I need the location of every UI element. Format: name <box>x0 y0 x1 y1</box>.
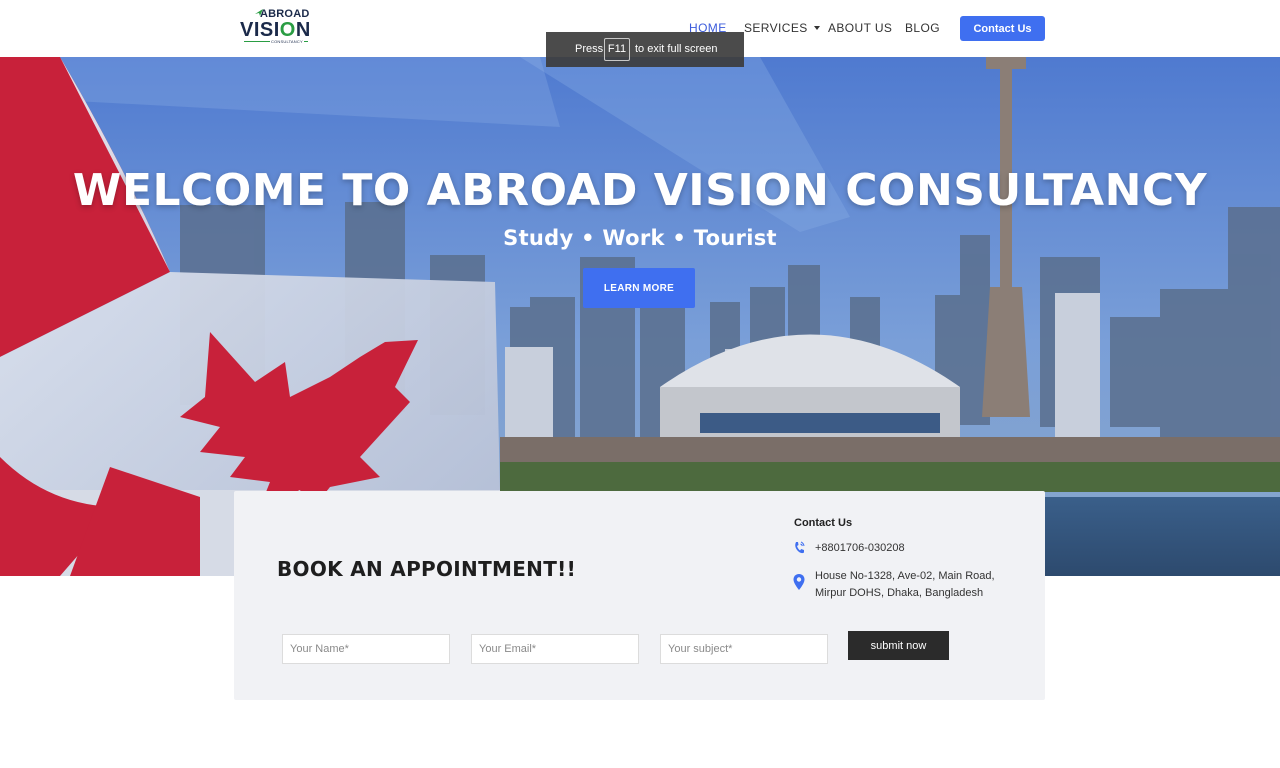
toast-text-after: to exit full screen <box>635 43 718 55</box>
logo-subtext: CONSULTANCY <box>270 39 304 44</box>
hero-subtitle: Study • Work • Tourist <box>503 226 777 250</box>
contact-phone: +8801706-030208 <box>815 542 905 554</box>
fullscreen-exit-toast: Press F11 to exit full screen <box>546 32 744 67</box>
site-logo[interactable]: ABROAD VISION CONSULTANCY <box>240 8 312 46</box>
phone-icon <box>795 541 805 554</box>
submit-button[interactable]: submit now <box>848 631 949 660</box>
nav-services-label: SERVICES <box>744 21 808 35</box>
email-input[interactable] <box>471 634 639 664</box>
address-line-1: House No-1328, Ave-02, Main Road, <box>815 570 995 582</box>
toast-key: F11 <box>604 38 630 61</box>
nav-about-us[interactable]: ABOUT US <box>828 21 892 37</box>
caret-down-icon <box>813 25 820 30</box>
appointment-card: BOOK AN APPOINTMENT!! Contact Us +880170… <box>234 491 1045 700</box>
appointment-title: BOOK AN APPOINTMENT!! <box>277 557 576 581</box>
location-pin-icon <box>793 574 805 590</box>
nav-services[interactable]: SERVICES <box>744 21 820 37</box>
contact-address: House No-1328, Ave-02, Main Road, Mirpur… <box>815 568 1015 602</box>
name-input[interactable] <box>282 634 450 664</box>
logo-main-text: VISION <box>240 19 311 41</box>
toast-text-before: Press <box>575 43 604 55</box>
address-line-2: Mirpur DOHS, Dhaka, Bangladesh <box>815 587 984 599</box>
learn-more-button[interactable]: LEARN MORE <box>583 268 695 308</box>
hero-title: WELCOME TO ABROAD VISION CONSULTANCY <box>72 165 1208 216</box>
nav-blog[interactable]: BLOG <box>905 21 940 37</box>
contact-us-button[interactable]: Contact Us <box>960 16 1045 41</box>
contact-heading: Contact Us <box>794 517 853 529</box>
subject-input[interactable] <box>660 634 828 664</box>
